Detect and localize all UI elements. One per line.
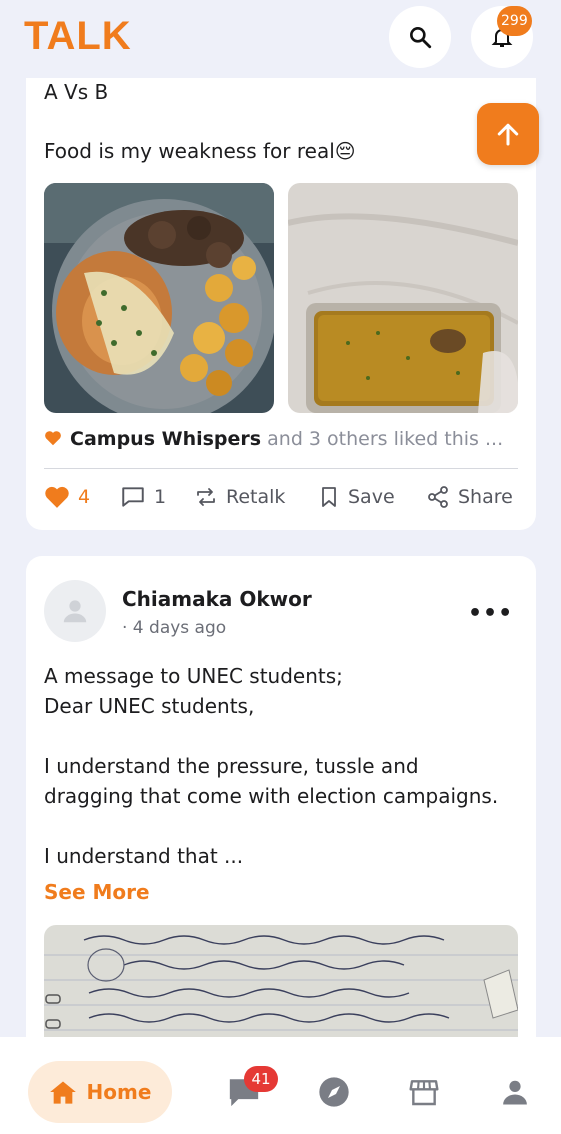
bookmark-icon [322, 487, 336, 507]
post-card: A Vs B Food is my weakness for real😔 Cam… [26, 50, 536, 530]
heart-icon [45, 486, 69, 508]
retalk-button[interactable]: Retalk [194, 478, 285, 516]
liked-by-name[interactable]: Campus Whispers [70, 428, 261, 450]
liked-by-suffix: and 3 others liked this ... [267, 428, 504, 450]
user-placeholder-icon [63, 600, 87, 623]
repost-icon [197, 488, 215, 506]
heart-icon [45, 431, 61, 446]
share-button[interactable]: Share [426, 478, 513, 516]
like-button[interactable]: 4 [44, 478, 90, 516]
post-actions: 4 1 Retalk Save Share [44, 478, 518, 516]
talk-logo[interactable]: TALK [24, 14, 132, 59]
share-icon [428, 486, 448, 508]
post-text-line: A message to UNEC students; [44, 664, 343, 688]
post-text-line: dragging that come with election campaig… [44, 784, 499, 808]
post-title-line: A Vs B [44, 80, 109, 104]
user-icon [503, 1080, 527, 1105]
comment-button[interactable]: 1 [120, 478, 166, 516]
nav-marketplace-tab[interactable] [406, 1074, 442, 1110]
retalk-label: Retalk [226, 486, 286, 508]
comment-icon [122, 487, 144, 507]
post-image-food-plate[interactable] [44, 183, 274, 413]
share-label: Share [458, 486, 513, 508]
store-icon [409, 1080, 439, 1106]
notification-badge: 299 [497, 6, 532, 36]
author-name[interactable]: Chiamaka Okwor [122, 587, 312, 611]
nav-home-tab[interactable]: Home [28, 1061, 172, 1123]
nav-explore-tab[interactable] [316, 1074, 352, 1110]
post-text-line: I understand the pressure, tussle and [44, 754, 419, 778]
save-label: Save [348, 486, 395, 508]
likes-summary[interactable]: Campus Whispers and 3 others liked this … [44, 428, 503, 450]
top-header: TALK 299 [0, 0, 561, 78]
post-text-line: I understand that ... [44, 844, 244, 868]
post-text-line: Dear UNEC students, [44, 694, 255, 718]
home-icon [49, 1081, 76, 1104]
search-icon [410, 27, 432, 49]
avatar[interactable] [44, 580, 106, 642]
save-button[interactable]: Save [318, 478, 395, 516]
post-time: · 4 days ago [122, 618, 227, 638]
comment-count: 1 [154, 486, 167, 508]
bottom-navigation: Home 41 [0, 1037, 561, 1134]
like-count: 4 [78, 486, 91, 508]
post-card: Chiamaka Okwor · 4 days ago ••• A messag… [26, 556, 536, 1076]
search-button[interactable] [389, 6, 451, 68]
nav-home-label: Home [86, 1080, 152, 1104]
scroll-to-top-button[interactable] [477, 103, 539, 165]
divider [44, 468, 518, 469]
messages-badge: 41 [244, 1066, 278, 1092]
post-image-food-container[interactable] [288, 183, 518, 413]
post-caption: Food is my weakness for real😔 [44, 139, 356, 163]
arrow-up-icon [497, 123, 519, 146]
nav-profile-tab[interactable] [497, 1074, 533, 1110]
more-options-icon[interactable]: ••• [468, 601, 513, 626]
see-more-link[interactable]: See More [44, 880, 150, 904]
compass-icon [319, 1077, 349, 1107]
